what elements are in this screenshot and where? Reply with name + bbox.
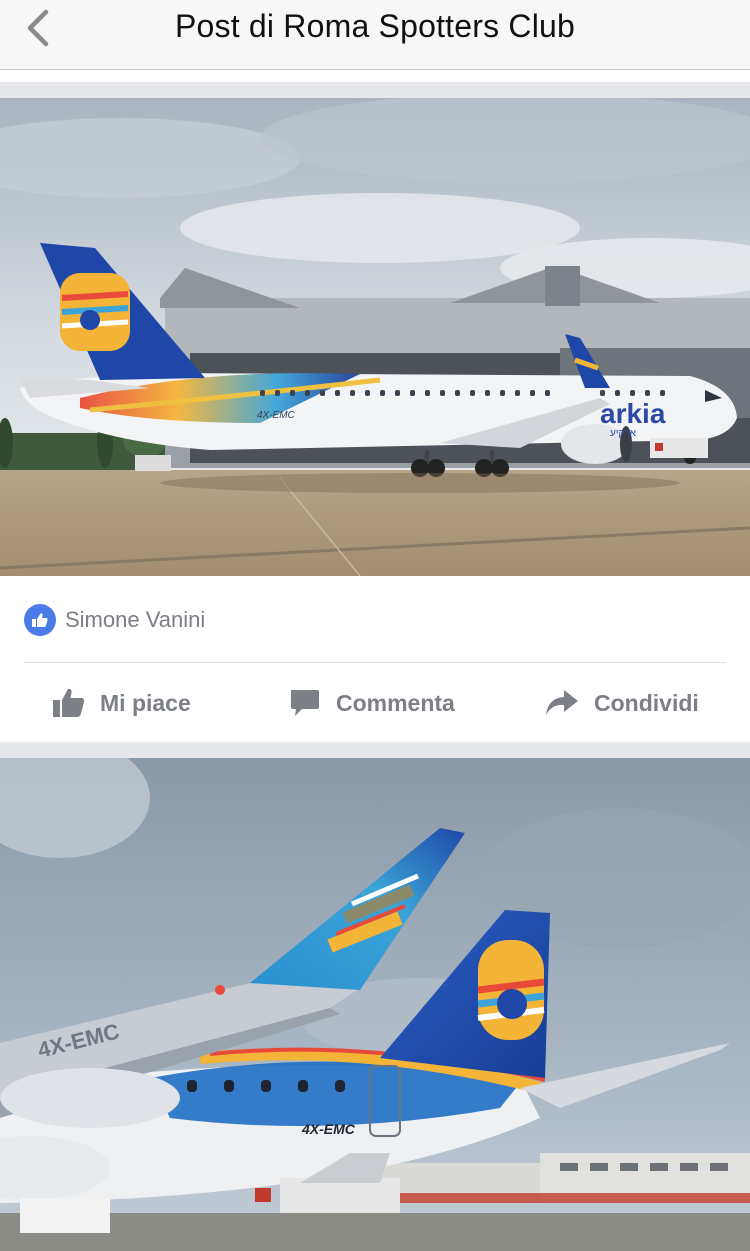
post-photo-1[interactable]: arkia ארקיע 4X-EMC (0, 98, 750, 576)
comment-label: Commenta (336, 689, 455, 716)
post-actions: Mi piace Commenta Condividi (0, 672, 750, 734)
feed-separator-top (0, 82, 750, 98)
fuselage-registration: 4X-EMC (301, 1121, 356, 1137)
thumbs-up-icon (24, 604, 56, 636)
thumbs-up-icon (53, 688, 85, 717)
comment-button[interactable]: Commenta (288, 672, 455, 734)
navigation-bar: Post di Roma Spotters Club (0, 0, 750, 70)
like-button[interactable]: Mi piace (52, 672, 191, 734)
actions-divider (24, 662, 726, 663)
airline-logo-subtext: ארקיע (610, 428, 637, 439)
header-spacer (0, 70, 750, 71)
speech-bubble-icon (291, 690, 319, 716)
airline-logo-text: arkia (600, 398, 666, 429)
likes-summary[interactable]: Simone Vanini (24, 603, 205, 637)
page-title: Post di Roma Spotters Club (174, 8, 576, 44)
share-button[interactable]: Condividi (544, 672, 699, 734)
like-label: Mi piace (100, 689, 191, 716)
post-photo-2[interactable]: 4X-EMC 4X-EMC (0, 758, 750, 1251)
share-arrow-icon (546, 690, 578, 715)
aircraft-registration: 4X-EMC (257, 410, 296, 421)
feed-separator-middle (0, 742, 750, 758)
liker-name: Simone Vanini (65, 607, 206, 632)
share-label: Condividi (594, 689, 699, 716)
